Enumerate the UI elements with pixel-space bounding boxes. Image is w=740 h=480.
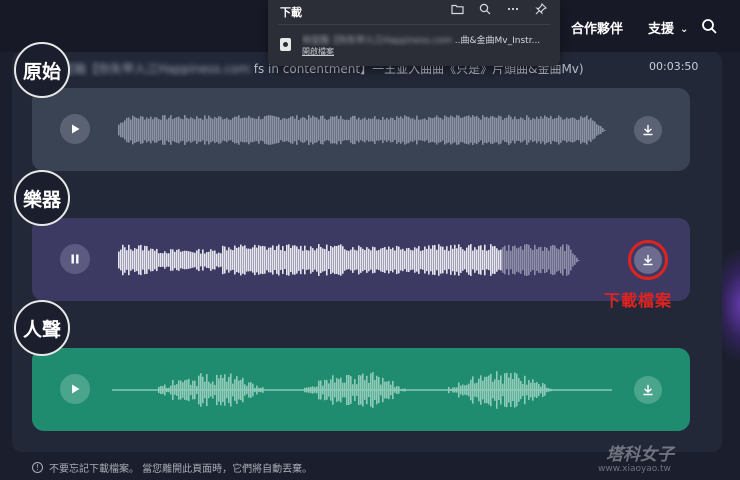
label-instrumental: 樂器: [14, 170, 70, 226]
nav-support-menu[interactable]: 支援 ⌄: [648, 18, 688, 37]
download-file-name: 林宜融【你失甲入江Happiness.com ..曲&金曲Mv_Instr...: [302, 33, 554, 46]
song-duration: 00:03:50: [649, 60, 699, 73]
download-popup: 下載 林宜融【你失甲入江Happiness.com ..曲&金曲Mv_Instr…: [268, 0, 560, 66]
track-vocal: [32, 348, 690, 431]
more-icon[interactable]: [506, 2, 520, 16]
download-annotation: 下載檔案: [604, 291, 673, 310]
track-original: [32, 88, 690, 171]
page: 合作夥伴 支援 ⌄ 林宜融【你失甲入江Happiness.com fs in co…: [0, 0, 740, 480]
watermark: 塔科女子 www.xiaoyao.tw: [598, 440, 738, 478]
file-name-blurred: 林宜融【你失甲入江Happiness.com: [302, 36, 452, 46]
file-name-visible: ..曲&金曲Mv_Instr...: [454, 36, 541, 46]
download-icon: [643, 384, 653, 396]
watermark-url: www.xiaoyao.tw: [598, 464, 671, 474]
song-title-blurred: 林宜融【你失甲入江Happiness.com: [50, 62, 250, 76]
play-button[interactable]: [60, 374, 90, 404]
popup-divider: [278, 24, 550, 25]
highlight-circle: [628, 240, 668, 280]
pin-icon[interactable]: [534, 2, 548, 16]
play-icon: [72, 124, 80, 134]
download-button[interactable]: [634, 376, 662, 404]
footer-note: ! 不要忘記下載檔案。 當您離開此頁面時，它們將自動丟棄。: [32, 460, 312, 475]
pause-icon: [71, 254, 79, 264]
waveform: [112, 371, 612, 409]
file-icon: [280, 38, 291, 51]
play-button[interactable]: [60, 114, 90, 144]
info-icon: !: [32, 462, 43, 473]
play-icon: [72, 384, 80, 394]
popup-actions: [450, 2, 548, 16]
label-vocal: 人聲: [14, 300, 70, 356]
download-icon: [643, 124, 653, 136]
track-instrumental: [32, 218, 690, 301]
label-original: 原始: [14, 42, 70, 98]
download-button[interactable]: [634, 116, 662, 144]
waveform: [118, 244, 580, 276]
footer-note-text: 不要忘記下載檔案。 當您離開此頁面時，它們將自動丟棄。: [49, 464, 313, 475]
popup-title: 下載: [280, 6, 302, 19]
waveform: [118, 115, 606, 145]
download-item[interactable]: 林宜融【你失甲入江Happiness.com ..曲&金曲Mv_Instr...…: [278, 30, 554, 60]
search-icon[interactable]: [701, 18, 717, 34]
watermark-logo: 塔科女子: [606, 445, 674, 465]
folder-icon[interactable]: [450, 2, 464, 16]
search-icon[interactable]: [478, 2, 492, 16]
chevron-down-icon: ⌄: [680, 24, 689, 35]
open-file-link[interactable]: 開啟檔案: [302, 46, 334, 57]
nav-partners-link[interactable]: 合作夥伴: [571, 18, 623, 37]
pause-button[interactable]: [60, 244, 90, 274]
nav-support-label: 支援: [648, 22, 675, 37]
